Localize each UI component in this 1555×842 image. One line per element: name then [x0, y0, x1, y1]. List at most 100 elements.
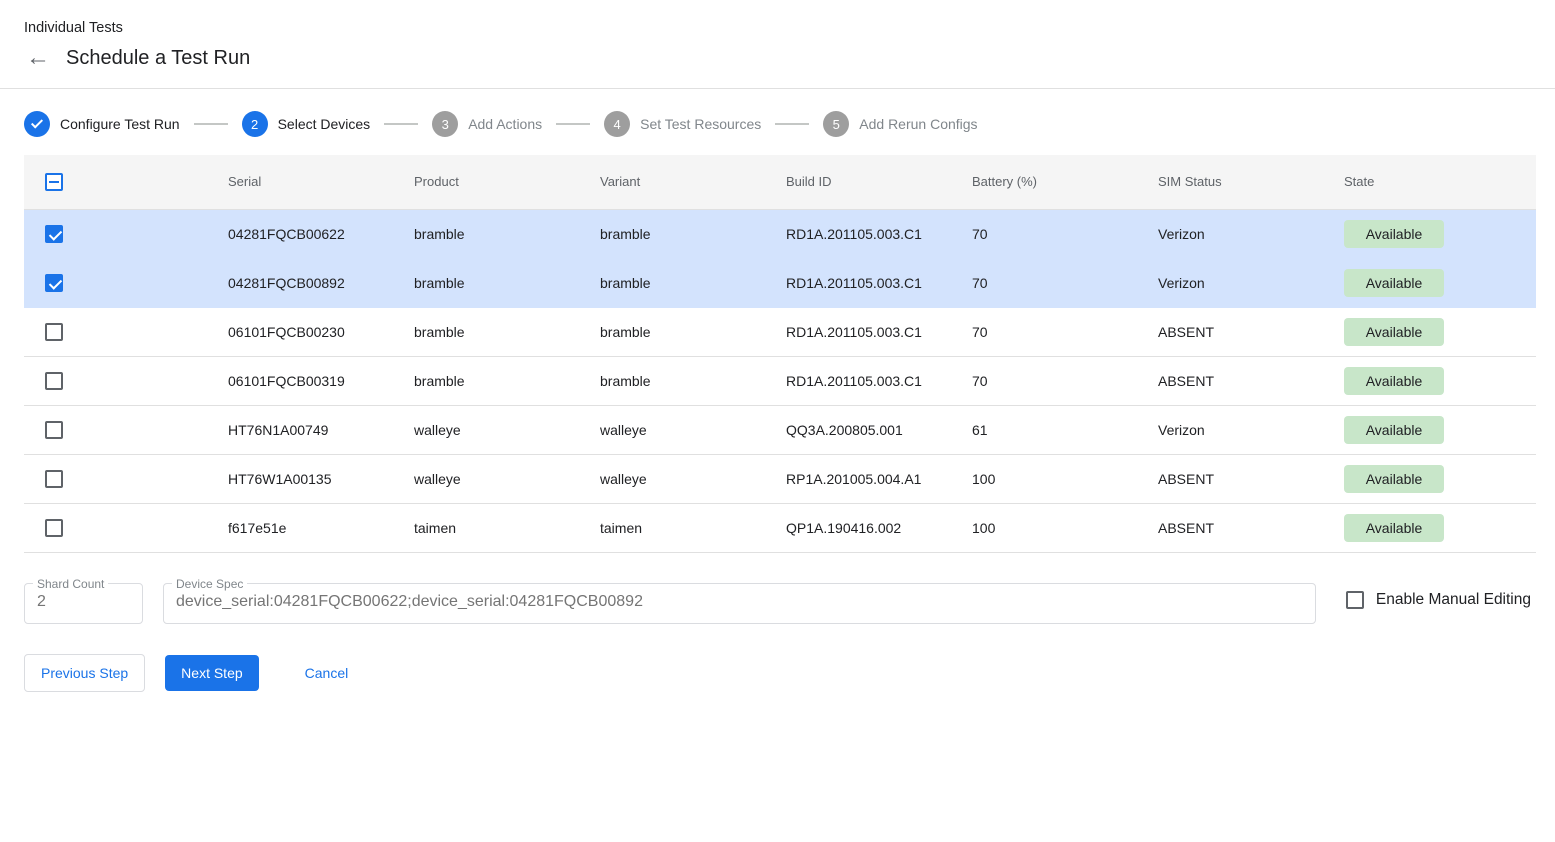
state-badge: Available: [1344, 220, 1444, 248]
cell-variant: walleye: [576, 454, 762, 503]
arrow-back-icon[interactable]: ←: [24, 46, 52, 70]
enable-manual-editing-toggle[interactable]: Enable Manual Editing: [1346, 591, 1531, 609]
cell-serial: 04281FQCB00892: [204, 258, 390, 307]
stepper-step-add-actions[interactable]: 3 Add Actions: [432, 111, 542, 137]
column-header-build-id: Build ID: [762, 155, 948, 209]
cell-sim-status: Verizon: [1134, 258, 1320, 307]
column-header-product: Product: [390, 155, 576, 209]
enable-manual-editing-checkbox[interactable]: [1346, 591, 1364, 609]
cell-variant: bramble: [576, 258, 762, 307]
device-spec-label: Device Spec: [172, 577, 247, 591]
table-row[interactable]: 06101FQCB00319 bramble bramble RD1A.2011…: [24, 356, 1536, 405]
state-badge: Available: [1344, 465, 1444, 493]
row-checkbox[interactable]: [45, 323, 63, 341]
step-completed-check-icon: [24, 111, 50, 137]
column-header-state: State: [1320, 155, 1536, 209]
step-number-badge: 3: [432, 111, 458, 137]
step-connector: [194, 123, 228, 125]
step-connector: [384, 123, 418, 125]
cell-build-id: RP1A.201005.004.A1: [762, 454, 948, 503]
cell-battery: 100: [948, 503, 1134, 552]
title-row: ← Schedule a Test Run: [24, 46, 1531, 70]
cell-variant: bramble: [576, 307, 762, 356]
previous-step-button[interactable]: Previous Step: [24, 654, 145, 692]
cell-battery: 70: [948, 307, 1134, 356]
step-label: Set Test Resources: [640, 116, 761, 132]
table-row[interactable]: f617e51e taimen taimen QP1A.190416.002 1…: [24, 503, 1536, 552]
state-badge: Available: [1344, 318, 1444, 346]
stepper-step-add-rerun-configs[interactable]: 5 Add Rerun Configs: [823, 111, 977, 137]
shard-count-value[interactable]: 2: [37, 591, 130, 613]
device-spec-value[interactable]: device_serial:04281FQCB00622;device_seri…: [176, 591, 1303, 613]
cell-battery: 70: [948, 258, 1134, 307]
stepper-step-configure-test-run[interactable]: Configure Test Run: [24, 111, 180, 137]
cell-sim-status: ABSENT: [1134, 307, 1320, 356]
cell-build-id: QP1A.190416.002: [762, 503, 948, 552]
cell-sim-status: ABSENT: [1134, 454, 1320, 503]
table-row[interactable]: HT76W1A00135 walleye walleye RP1A.201005…: [24, 454, 1536, 503]
table-row[interactable]: 04281FQCB00892 bramble bramble RD1A.2011…: [24, 258, 1536, 307]
column-header-battery: Battery (%): [948, 155, 1134, 209]
cell-battery: 70: [948, 209, 1134, 258]
cell-sim-status: ABSENT: [1134, 356, 1320, 405]
cell-build-id: RD1A.201105.003.C1: [762, 209, 948, 258]
table-header-row: Serial Product Variant Build ID Battery …: [24, 155, 1536, 209]
table-row[interactable]: 06101FQCB00230 bramble bramble RD1A.2011…: [24, 307, 1536, 356]
cell-build-id: RD1A.201105.003.C1: [762, 356, 948, 405]
step-connector: [775, 123, 809, 125]
table-row[interactable]: 04281FQCB00622 bramble bramble RD1A.2011…: [24, 209, 1536, 258]
row-checkbox[interactable]: [45, 519, 63, 537]
state-badge: Available: [1344, 514, 1444, 542]
cell-product: walleye: [390, 454, 576, 503]
state-badge: Available: [1344, 367, 1444, 395]
cell-variant: taimen: [576, 503, 762, 552]
cell-sim-status: Verizon: [1134, 405, 1320, 454]
device-table: Serial Product Variant Build ID Battery …: [24, 155, 1536, 553]
cell-serial: 06101FQCB00319: [204, 356, 390, 405]
next-step-button[interactable]: Next Step: [165, 655, 258, 691]
state-badge: Available: [1344, 416, 1444, 444]
enable-manual-editing-label: Enable Manual Editing: [1376, 591, 1531, 609]
stepper-step-select-devices[interactable]: 2 Select Devices: [242, 111, 371, 137]
row-checkbox[interactable]: [45, 421, 63, 439]
column-header-serial: Serial: [204, 155, 390, 209]
cell-serial: HT76N1A00749: [204, 405, 390, 454]
cell-serial: HT76W1A00135: [204, 454, 390, 503]
cell-product: bramble: [390, 209, 576, 258]
stepper: Configure Test Run 2 Select Devices 3 Ad…: [0, 111, 1555, 137]
cell-variant: bramble: [576, 356, 762, 405]
step-label: Add Rerun Configs: [859, 116, 977, 132]
shard-count-label: Shard Count: [33, 577, 108, 591]
page-title: Schedule a Test Run: [66, 47, 250, 70]
step-label: Select Devices: [278, 116, 371, 132]
device-spec-field[interactable]: Device Spec device_serial:04281FQCB00622…: [163, 577, 1316, 624]
cell-battery: 70: [948, 356, 1134, 405]
row-checkbox[interactable]: [45, 225, 63, 243]
row-checkbox[interactable]: [45, 274, 63, 292]
column-header-sim-status: SIM Status: [1134, 155, 1320, 209]
row-checkbox[interactable]: [45, 372, 63, 390]
stepper-step-set-test-resources[interactable]: 4 Set Test Resources: [604, 111, 761, 137]
cell-serial: 06101FQCB00230: [204, 307, 390, 356]
shard-count-field[interactable]: Shard Count 2: [24, 577, 143, 624]
cell-serial: 04281FQCB00622: [204, 209, 390, 258]
header-divider: [0, 88, 1555, 89]
step-number-badge: 4: [604, 111, 630, 137]
cell-sim-status: Verizon: [1134, 209, 1320, 258]
cell-battery: 100: [948, 454, 1134, 503]
actions-row: Previous Step Next Step Cancel: [24, 654, 1531, 692]
cell-product: bramble: [390, 258, 576, 307]
step-label: Add Actions: [468, 116, 542, 132]
cell-product: bramble: [390, 356, 576, 405]
step-number-badge: 2: [242, 111, 268, 137]
row-checkbox[interactable]: [45, 470, 63, 488]
device-spec-row: Shard Count 2 Device Spec device_serial:…: [24, 577, 1531, 624]
cell-variant: bramble: [576, 209, 762, 258]
breadcrumb: Individual Tests: [24, 20, 1531, 36]
cell-battery: 61: [948, 405, 1134, 454]
column-header-variant: Variant: [576, 155, 762, 209]
cancel-button[interactable]: Cancel: [293, 655, 361, 691]
select-all-checkbox[interactable]: [45, 173, 63, 191]
cell-build-id: RD1A.201105.003.C1: [762, 258, 948, 307]
table-row[interactable]: HT76N1A00749 walleye walleye QQ3A.200805…: [24, 405, 1536, 454]
